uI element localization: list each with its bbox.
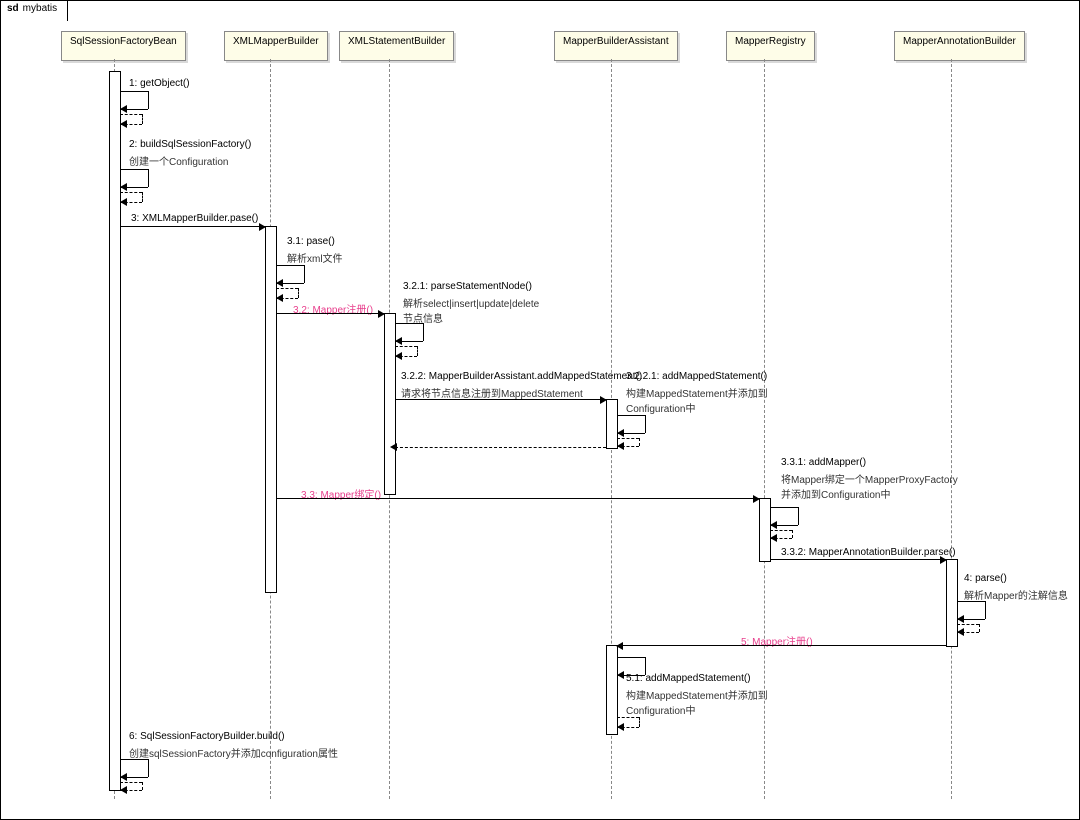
participant-mapperbuilderassistant: MapperBuilderAssistant xyxy=(554,31,678,61)
msg-3-2-2: 3.2.2: MapperBuilderAssistant.addMappedS… xyxy=(401,371,642,382)
msg-5-1-note: 构建MappedStatement并添加到 Configuration中 xyxy=(626,687,768,717)
activation xyxy=(109,71,121,791)
msg-3-3-1: 3.3.1: addMapper() xyxy=(781,457,866,468)
msg-2: 2: buildSqlSessionFactory() xyxy=(129,139,251,150)
msg-3-2-1-note: 解析select|insert|update|delete 节点信息 xyxy=(403,295,539,325)
lifeline xyxy=(951,59,952,799)
msg-3-1-note: 解析xml文件 xyxy=(287,250,343,265)
msg-3-3-2: 3.3.2: MapperAnnotationBuilder.parse() xyxy=(781,547,956,558)
msg-2-note: 创建一个Configuration xyxy=(129,153,228,168)
participant-sqlsessionfactorybean: SqlSessionFactoryBean xyxy=(61,31,186,61)
arrow xyxy=(770,559,946,560)
participant-mapperregistry: MapperRegistry xyxy=(726,31,815,61)
msg-3-2-2-note: 请求将节点信息注册到MappedStatement xyxy=(401,385,583,400)
msg-3-1: 3.1: pase() xyxy=(287,236,335,247)
arrow-left xyxy=(617,645,946,646)
arrow xyxy=(120,226,265,227)
arrow xyxy=(395,399,606,400)
msg-1: 1: getObject() xyxy=(129,78,190,89)
activation xyxy=(606,645,618,735)
frame-tab: sd mybatis xyxy=(0,0,68,21)
msg-3: 3: XMLMapperBuilder.pase() xyxy=(131,213,258,224)
frame-kind: sd xyxy=(7,3,19,14)
msg-3-2-2-1-note: 构建MappedStatement并添加到 Configuration中 xyxy=(626,385,768,415)
participant-xmlmapperbuilder: XMLMapperBuilder xyxy=(224,31,328,61)
msg-4: 4: parse() xyxy=(964,573,1007,584)
msg-3-3-1-note: 将Mapper绑定一个MapperProxyFactory 并添加到Config… xyxy=(781,471,958,501)
diagram-frame: sd mybatis SqlSessionFactoryBean XMLMappe… xyxy=(0,0,1080,820)
msg-4-note: 解析Mapper的注解信息 xyxy=(964,587,1068,602)
msg-6: 6: SqlSessionFactoryBuilder.build() xyxy=(129,731,285,742)
msg-6-note: 创建sqlSessionFactory并添加configuration属性 xyxy=(129,745,338,760)
msg-3-2-1: 3.2.1: parseStatementNode() xyxy=(403,281,532,292)
participant-xmlstatementbuilder: XMLStatementBuilder xyxy=(339,31,454,61)
frame-name: mybatis xyxy=(23,3,57,14)
return xyxy=(395,447,606,448)
participant-mapperannotationbuilder: MapperAnnotationBuilder xyxy=(894,31,1025,61)
msg-3-2-2-1: 3.2.2.1: addMappedStatement() xyxy=(626,371,767,382)
arrow xyxy=(276,313,384,314)
arrow xyxy=(276,498,759,499)
return-arrow xyxy=(390,443,397,451)
